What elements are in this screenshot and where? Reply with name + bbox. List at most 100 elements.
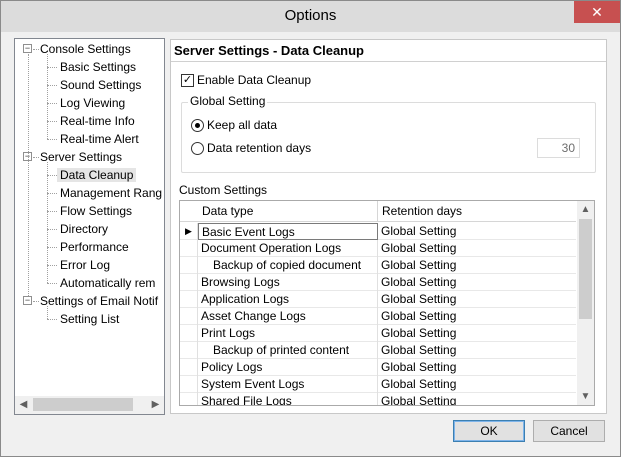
enable-cleanup-row[interactable]: ✓ Enable Data Cleanup <box>181 72 311 88</box>
grid-header: Data type Retention days <box>180 201 576 222</box>
tree-item[interactable]: Flow Settings <box>60 202 132 220</box>
column-header-data-type[interactable]: Data type <box>198 201 378 222</box>
data-type-cell[interactable]: Basic Event Logs <box>198 223 378 240</box>
tree-connector <box>47 175 57 176</box>
data-type-cell[interactable]: Document Operation Logs <box>198 240 378 257</box>
retention-days-cell[interactable]: Global Setting <box>378 393 576 405</box>
close-button[interactable]: ✕ <box>574 1 620 23</box>
tree-item[interactable]: Settings of Email Notif <box>40 292 158 310</box>
tree-item[interactable]: Sound Settings <box>60 76 141 94</box>
table-row[interactable]: Policy Logs Global Setting <box>180 359 576 376</box>
settings-tree[interactable]: − Console Settings Basic Settings Sound Set… <box>14 38 165 415</box>
tree-content: − Console Settings Basic Settings Sound Set… <box>15 39 164 396</box>
retention-days-cell[interactable]: Global Setting <box>378 342 576 359</box>
collapse-icon[interactable]: − <box>23 44 32 53</box>
enable-cleanup-label: Enable Data Cleanup <box>197 73 312 87</box>
keep-all-row[interactable]: Keep all data <box>191 117 277 133</box>
table-row[interactable]: Backup of copied document Global Setting <box>180 257 576 274</box>
table-row[interactable]: Application Logs Global Setting <box>180 291 576 308</box>
retention-days-radio[interactable] <box>191 142 204 156</box>
table-row[interactable]: Backup of printed content Global Setting <box>180 342 576 359</box>
retention-days-cell[interactable]: Global Setting <box>378 291 576 308</box>
table-row[interactable]: Asset Change Logs Global Setting <box>180 308 576 325</box>
tree-item[interactable]: Server Settings <box>40 148 122 166</box>
table-row[interactable]: Browsing Logs Global Setting <box>180 274 576 291</box>
data-type-cell[interactable]: Policy Logs <box>198 359 378 376</box>
tree-item[interactable]: Real-time Alert <box>60 130 139 148</box>
retention-days-cell[interactable]: Global Setting <box>378 359 576 376</box>
table-row[interactable]: Print Logs Global Setting <box>180 325 576 342</box>
scroll-up-icon[interactable]: ▲ <box>577 201 594 218</box>
tree-item[interactable]: Error Log <box>60 256 110 274</box>
tree-connector <box>33 157 39 158</box>
tree-connector <box>47 162 48 283</box>
collapse-icon[interactable]: − <box>23 296 32 305</box>
tree-scroll-thumb[interactable] <box>33 398 133 411</box>
scroll-right-icon[interactable]: ▶ <box>147 396 164 413</box>
table-row[interactable]: Shared File Logs Global Setting <box>180 393 576 405</box>
column-header-retention-days[interactable]: Retention days <box>378 201 576 222</box>
tree-item[interactable]: Management Rang <box>60 184 162 202</box>
data-type-cell[interactable]: Shared File Logs <box>198 393 378 405</box>
row-header[interactable] <box>180 376 198 393</box>
grid-vertical-scrollbar[interactable]: ▲ ▼ <box>577 201 594 405</box>
retention-days-input[interactable]: 30 <box>537 138 580 158</box>
tree-item[interactable]: Data Cleanup <box>57 166 137 184</box>
tree-item[interactable]: Basic Settings <box>60 58 136 76</box>
retention-days-cell[interactable]: Global Setting <box>378 257 576 274</box>
retention-days-cell[interactable]: Global Setting <box>378 376 576 393</box>
data-type-cell[interactable]: Browsing Logs <box>198 274 378 291</box>
row-header[interactable] <box>180 393 198 405</box>
table-row[interactable]: Document Operation Logs Global Setting <box>180 240 576 257</box>
row-header[interactable] <box>180 291 198 308</box>
ok-button[interactable]: OK <box>453 420 525 442</box>
keep-all-radio[interactable] <box>191 119 204 133</box>
retention-days-cell[interactable]: Global Setting <box>378 308 576 325</box>
retention-days-row[interactable]: Data retention days <box>191 140 311 156</box>
data-type-cell[interactable]: Application Logs <box>198 291 378 308</box>
retention-days-cell[interactable]: Global Setting <box>378 325 576 342</box>
row-header[interactable] <box>180 342 198 359</box>
row-header[interactable] <box>180 308 198 325</box>
current-row-indicator-icon[interactable]: ▶ <box>180 223 198 240</box>
table-row[interactable]: ▶ Basic Event Logs Global Setting <box>180 223 576 240</box>
keep-all-label: Keep all data <box>207 118 278 132</box>
tree-item[interactable]: Automatically rem <box>60 274 155 292</box>
tree-item[interactable]: Console Settings <box>40 40 131 58</box>
tree-item-label: Management Rang <box>60 186 163 200</box>
tree-horizontal-scrollbar[interactable]: ◀ ▶ <box>15 396 164 414</box>
cancel-button[interactable]: Cancel <box>533 420 605 442</box>
options-window: Options ✕ − Console Settings Basic Setting… <box>0 0 621 457</box>
tree-item-label: Log Viewing <box>60 96 126 110</box>
tree-connector <box>47 67 57 68</box>
tree-item[interactable]: Log Viewing <box>60 94 125 112</box>
grid-scroll-thumb[interactable] <box>579 219 592 319</box>
tree-connector <box>47 193 57 194</box>
enable-cleanup-checkbox[interactable]: ✓ <box>181 74 194 88</box>
global-setting-group: Global Setting Keep all data Data retent… <box>181 94 596 173</box>
retention-days-cell[interactable]: Global Setting <box>378 240 576 257</box>
data-type-cell[interactable]: Asset Change Logs <box>198 308 378 325</box>
retention-days-cell[interactable]: Global Setting <box>378 223 576 240</box>
row-header[interactable] <box>180 240 198 257</box>
scroll-down-icon[interactable]: ▼ <box>577 388 594 405</box>
data-type-cell[interactable]: Print Logs <box>198 325 378 342</box>
row-header[interactable] <box>180 325 198 342</box>
tree-item[interactable]: Setting List <box>60 310 119 328</box>
tree-item[interactable]: Real-time Info <box>60 112 135 130</box>
data-type-cell[interactable]: Backup of printed content <box>198 342 378 359</box>
tree-connector <box>47 85 57 86</box>
scroll-left-icon[interactable]: ◀ <box>15 396 32 413</box>
tree-item[interactable]: Performance <box>60 238 129 256</box>
row-header[interactable] <box>180 274 198 291</box>
tree-item-label: Setting List <box>60 312 120 326</box>
tree-connector <box>33 49 39 50</box>
retention-days-cell[interactable]: Global Setting <box>378 274 576 291</box>
row-header[interactable] <box>180 257 198 274</box>
data-type-cell[interactable]: System Event Logs <box>198 376 378 393</box>
table-row[interactable]: System Event Logs Global Setting <box>180 376 576 393</box>
data-type-cell[interactable]: Backup of copied document <box>198 257 378 274</box>
row-header[interactable] <box>180 359 198 376</box>
custom-settings-grid[interactable]: Data type Retention days ▶ Basic Event Lo… <box>179 200 595 406</box>
tree-item[interactable]: Directory <box>60 220 108 238</box>
